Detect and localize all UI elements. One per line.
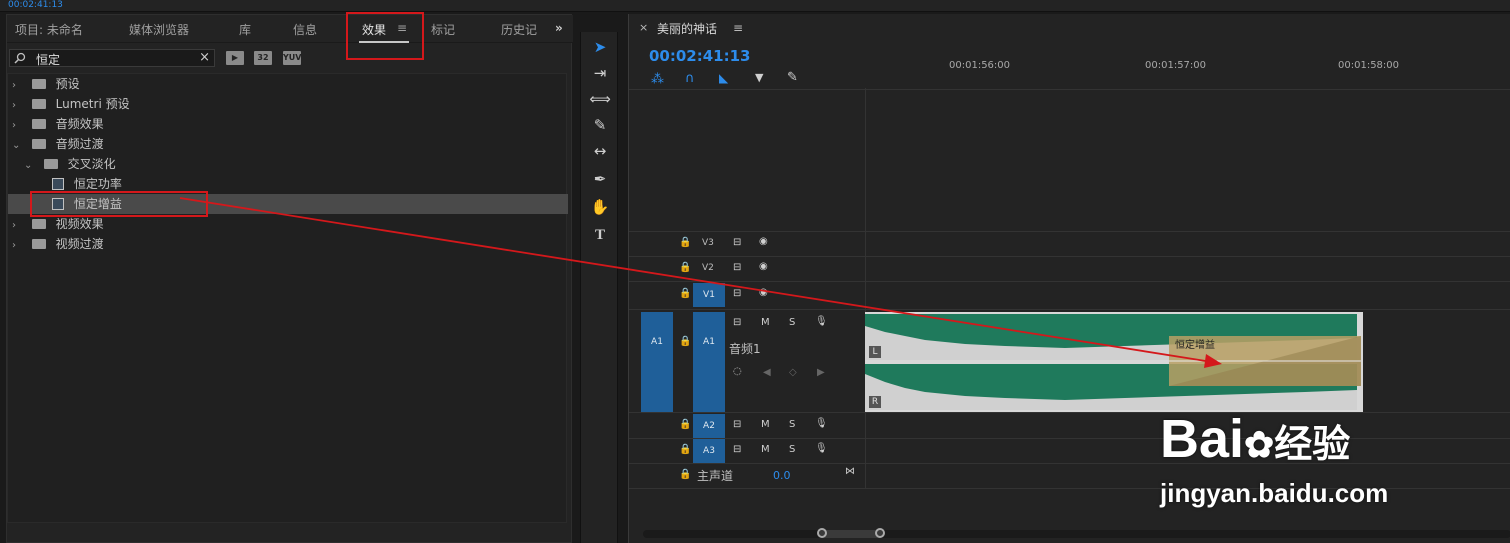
- watermark-url: jingyan.baidu.com: [1160, 478, 1389, 508]
- watermark-brand: Bai✿经验: [1160, 408, 1350, 470]
- watermark-brand2: 经验: [1274, 424, 1351, 466]
- watermark-brand-text: Bai: [1160, 409, 1245, 469]
- paw-icon: ✿: [1244, 424, 1275, 465]
